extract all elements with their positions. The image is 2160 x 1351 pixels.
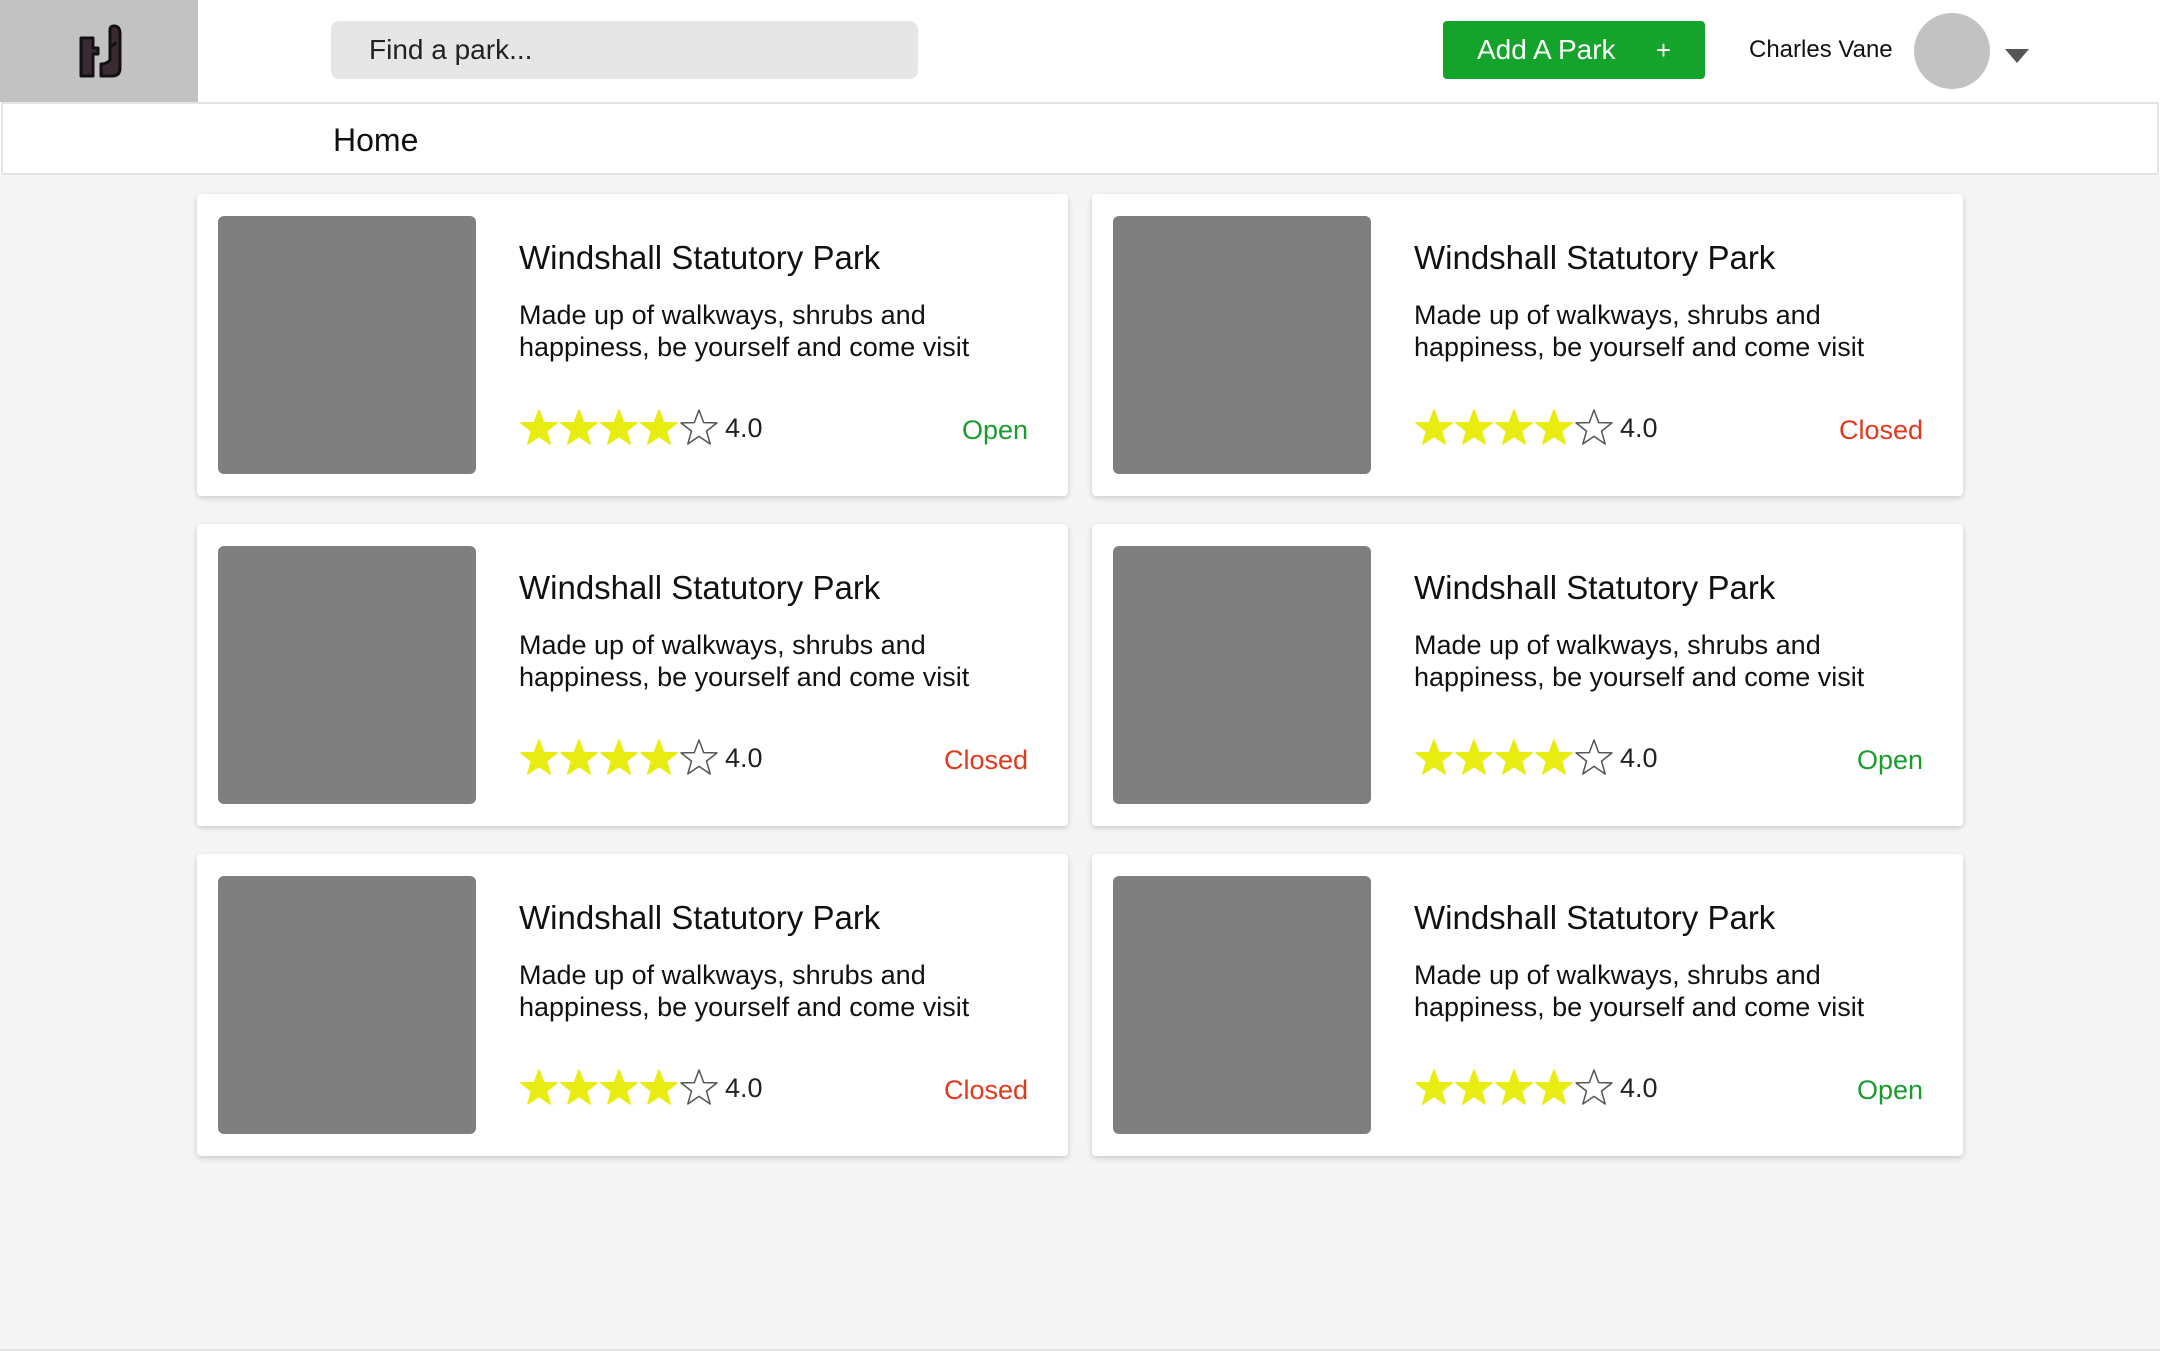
park-description: Made up of walkways, shrubs and happines…	[1414, 630, 1865, 692]
star-filled-icon	[1455, 409, 1493, 445]
park-description: Made up of walkways, shrubs and happines…	[519, 960, 970, 1022]
breadcrumb: Home	[1, 102, 2159, 175]
status-badge: Open	[1856, 745, 1923, 775]
star-filled-icon	[1535, 1069, 1573, 1105]
park-description: Made up of walkways, shrubs and happines…	[519, 630, 970, 692]
star-empty-icon	[680, 409, 718, 445]
park-card[interactable]: Windshall Statutory Park Made up of walkw…	[1092, 524, 1963, 826]
status-badge: Open	[1856, 1075, 1923, 1105]
star-filled-icon	[1455, 739, 1493, 775]
star-empty-icon	[1575, 1069, 1613, 1105]
breadcrumb-home[interactable]: Home	[333, 122, 418, 159]
user-name: Charles Vane	[1749, 36, 1893, 63]
park-image-placeholder	[218, 216, 476, 474]
park-logo-icon	[79, 24, 122, 78]
star-rating: 4.0	[1414, 406, 1658, 450]
star-filled-icon	[520, 409, 558, 445]
star-filled-icon	[600, 1069, 638, 1105]
chevron-down-icon[interactable]	[2005, 49, 2029, 63]
star-filled-icon	[1415, 409, 1453, 445]
park-title[interactable]: Windshall Statutory Park	[519, 239, 880, 277]
star-filled-icon	[1495, 1069, 1533, 1105]
park-card-grid: Windshall Statutory Park Made up of walkw…	[197, 194, 1963, 1156]
star-rating: 4.0	[1414, 736, 1658, 780]
park-card[interactable]: Windshall Statutory Park Made up of walkw…	[1092, 854, 1963, 1156]
status-badge: Open	[961, 415, 1028, 445]
star-empty-icon	[680, 1069, 718, 1105]
star-filled-icon	[1495, 409, 1533, 445]
rating-value: 4.0	[725, 742, 763, 773]
star-empty-icon	[1575, 739, 1613, 775]
star-filled-icon	[520, 739, 558, 775]
park-title[interactable]: Windshall Statutory Park	[1414, 569, 1775, 607]
star-filled-icon	[1535, 739, 1573, 775]
star-filled-icon	[600, 739, 638, 775]
star-filled-icon	[560, 409, 598, 445]
park-title[interactable]: Windshall Statutory Park	[1414, 899, 1775, 937]
rating-value: 4.0	[725, 1072, 763, 1103]
star-filled-icon	[560, 739, 598, 775]
star-filled-icon	[1535, 409, 1573, 445]
park-image-placeholder	[1113, 216, 1371, 474]
status-badge: Closed	[1838, 415, 1923, 445]
star-filled-icon	[520, 1069, 558, 1105]
star-empty-icon	[1575, 409, 1613, 445]
rating-value: 4.0	[1620, 412, 1658, 443]
star-rating: 4.0	[519, 1066, 763, 1110]
main-content: Windshall Statutory Park Made up of walkw…	[0, 175, 2160, 1351]
park-image-placeholder	[1113, 546, 1371, 804]
avatar[interactable]	[1914, 13, 1990, 89]
rating-value: 4.0	[725, 412, 763, 443]
star-filled-icon	[640, 739, 678, 775]
add-park-label: Add A Park	[1477, 34, 1616, 65]
park-card[interactable]: Windshall Statutory Park Made up of walkw…	[197, 194, 1068, 496]
status-badge: Closed	[943, 1075, 1028, 1105]
park-title[interactable]: Windshall Statutory Park	[519, 899, 880, 937]
star-rating: 4.0	[519, 736, 763, 780]
plus-icon: +	[1655, 34, 1671, 65]
park-image-placeholder	[218, 546, 476, 804]
park-card[interactable]: Windshall Statutory Park Made up of walkw…	[197, 854, 1068, 1156]
park-description: Made up of walkways, shrubs and happines…	[1414, 960, 1865, 1022]
star-rating: 4.0	[1414, 1066, 1658, 1110]
status-badge: Closed	[943, 745, 1028, 775]
star-filled-icon	[600, 409, 638, 445]
star-filled-icon	[640, 409, 678, 445]
add-park-button[interactable]: Add A Park +	[1443, 21, 1705, 79]
park-image-placeholder	[1113, 876, 1371, 1134]
park-title[interactable]: Windshall Statutory Park	[1414, 239, 1775, 277]
park-description: Made up of walkways, shrubs and happines…	[519, 300, 970, 362]
park-image-placeholder	[218, 876, 476, 1134]
logo[interactable]	[0, 0, 198, 102]
park-title[interactable]: Windshall Statutory Park	[519, 569, 880, 607]
park-description: Made up of walkways, shrubs and happines…	[1414, 300, 1865, 362]
rating-value: 4.0	[1620, 1072, 1658, 1103]
star-filled-icon	[560, 1069, 598, 1105]
top-header: Add A Park + Charles Vane	[0, 0, 2160, 102]
park-card[interactable]: Windshall Statutory Park Made up of walkw…	[197, 524, 1068, 826]
star-filled-icon	[1415, 1069, 1453, 1105]
star-filled-icon	[640, 1069, 678, 1105]
rating-value: 4.0	[1620, 742, 1658, 773]
star-filled-icon	[1495, 739, 1533, 775]
search-input[interactable]	[331, 21, 918, 79]
star-rating: 4.0	[519, 406, 763, 450]
star-empty-icon	[680, 739, 718, 775]
park-card[interactable]: Windshall Statutory Park Made up of walkw…	[1092, 194, 1963, 496]
star-filled-icon	[1455, 1069, 1493, 1105]
page: Add A Park + Charles Vane Home Windshall…	[0, 0, 2160, 1351]
star-filled-icon	[1415, 739, 1453, 775]
